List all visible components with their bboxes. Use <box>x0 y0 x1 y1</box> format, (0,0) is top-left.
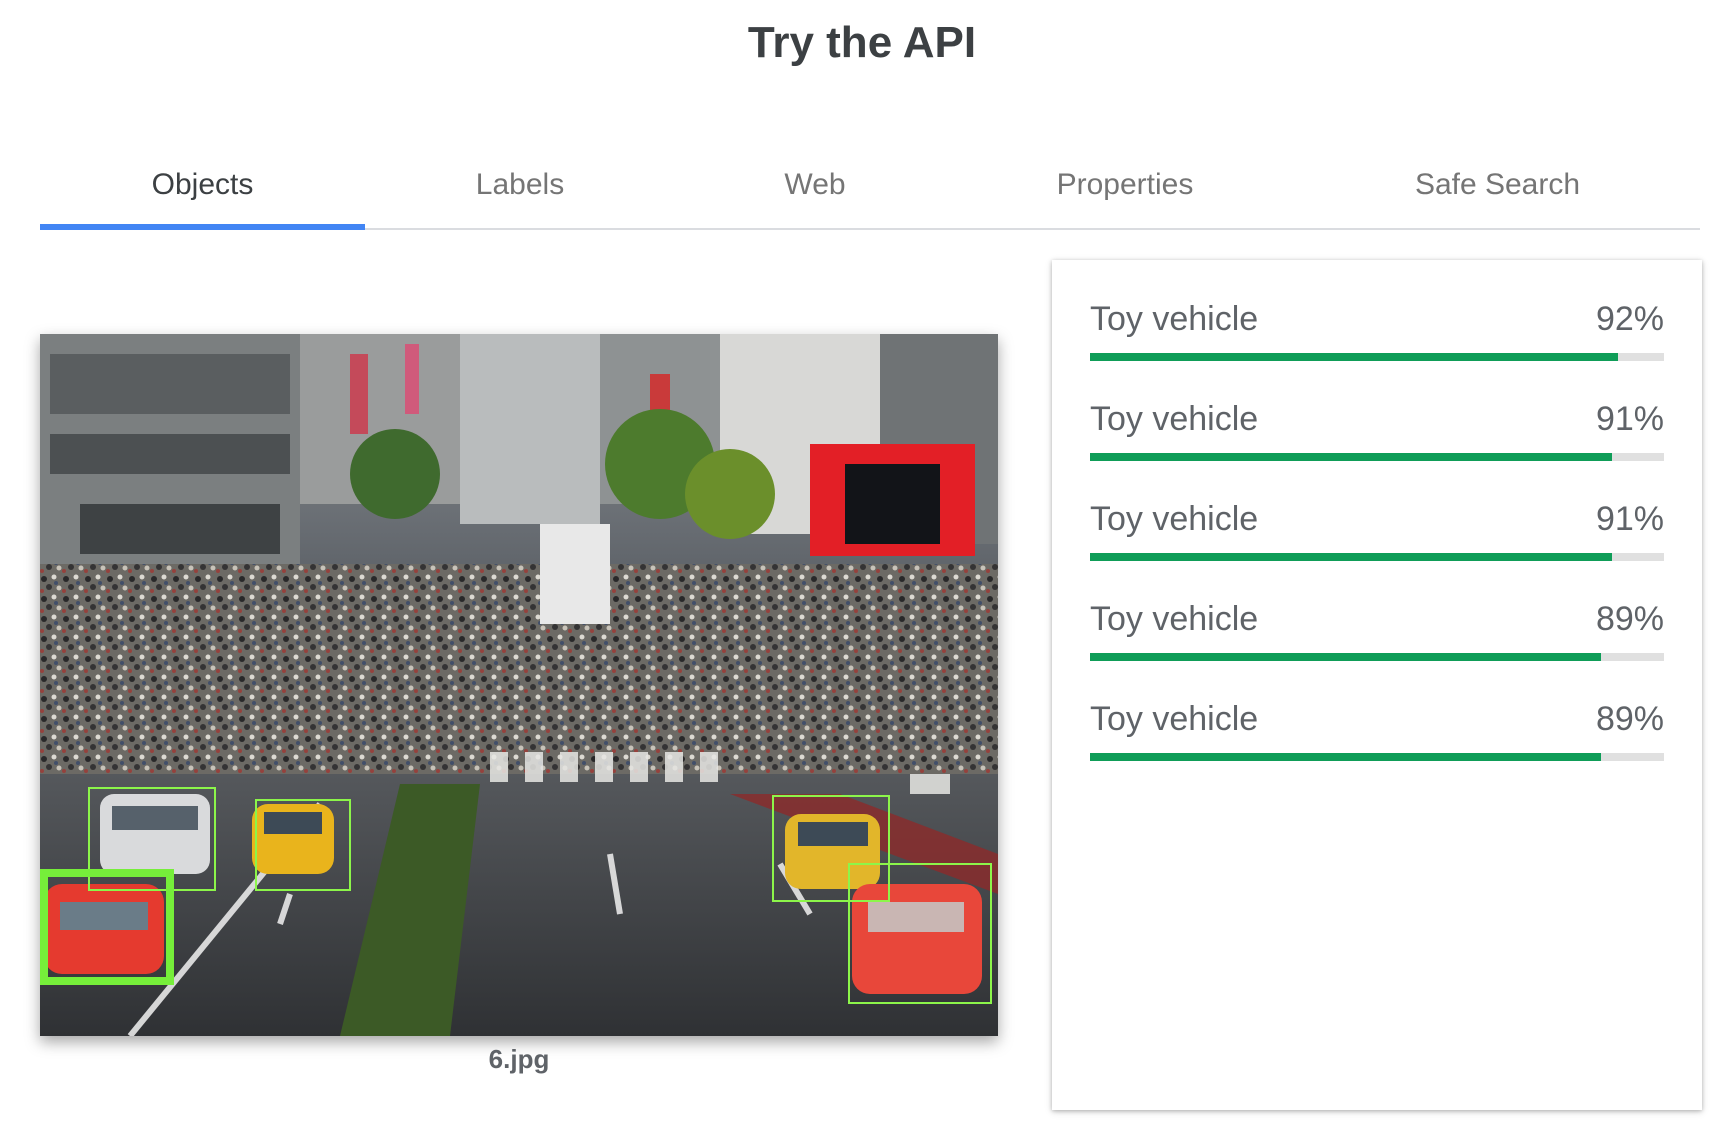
confidence-bar <box>1090 653 1664 661</box>
detection-box-selected[interactable] <box>40 869 174 985</box>
result-label: Toy vehicle <box>1090 400 1259 438</box>
page-title: Try the API <box>747 18 977 67</box>
tab-labels[interactable]: Labels <box>365 142 675 228</box>
image-filename: 6.jpg <box>488 1044 550 1074</box>
detection-box[interactable] <box>255 799 351 891</box>
result-item[interactable]: Toy vehicle 89% <box>1090 600 1664 670</box>
results-panel: Toy vehicle 92% Toy vehicle 91% Toy vehi… <box>1052 260 1702 1110</box>
confidence-bar <box>1090 753 1664 761</box>
tab-safe-search-label: Safe Search <box>1414 168 1581 201</box>
confidence-bar-fill <box>1090 353 1619 361</box>
confidence-bar-fill <box>1090 653 1601 661</box>
tab-safe-search[interactable]: Safe Search <box>1295 142 1700 228</box>
page: Try the API Objects Labels Web Propertie… <box>0 0 1724 1134</box>
tab-properties-label: Properties <box>1056 168 1194 201</box>
active-tab-indicator <box>40 224 365 230</box>
confidence-bar <box>1090 453 1664 461</box>
result-label: Toy vehicle <box>1090 700 1259 738</box>
detection-box[interactable] <box>848 863 992 1004</box>
result-item[interactable]: Toy vehicle 89% <box>1090 700 1664 770</box>
tab-objects-label: Objects <box>151 168 254 201</box>
tab-bar: Objects Labels Web Properties Safe Searc… <box>40 142 1700 230</box>
result-item[interactable]: Toy vehicle 92% <box>1090 300 1664 370</box>
result-score: 91% <box>1595 500 1664 538</box>
confidence-bar-fill <box>1090 553 1613 561</box>
result-score: 92% <box>1595 300 1664 338</box>
tab-web[interactable]: Web <box>675 142 955 228</box>
result-label: Toy vehicle <box>1090 500 1259 538</box>
result-label: Toy vehicle <box>1090 600 1259 638</box>
result-item[interactable]: Toy vehicle 91% <box>1090 400 1664 470</box>
tab-properties[interactable]: Properties <box>955 142 1295 228</box>
result-score: 89% <box>1595 700 1664 738</box>
tab-labels-label: Labels <box>475 168 565 201</box>
tab-objects[interactable]: Objects <box>40 142 365 228</box>
uploaded-image <box>40 334 998 1036</box>
result-item[interactable]: Toy vehicle 91% <box>1090 500 1664 570</box>
confidence-bar <box>1090 553 1664 561</box>
result-score: 89% <box>1595 600 1664 638</box>
result-score: 91% <box>1595 400 1664 438</box>
tab-web-label: Web <box>784 168 846 201</box>
result-label: Toy vehicle <box>1090 300 1259 338</box>
confidence-bar-fill <box>1090 453 1613 461</box>
confidence-bar-fill <box>1090 753 1601 761</box>
confidence-bar <box>1090 353 1664 361</box>
